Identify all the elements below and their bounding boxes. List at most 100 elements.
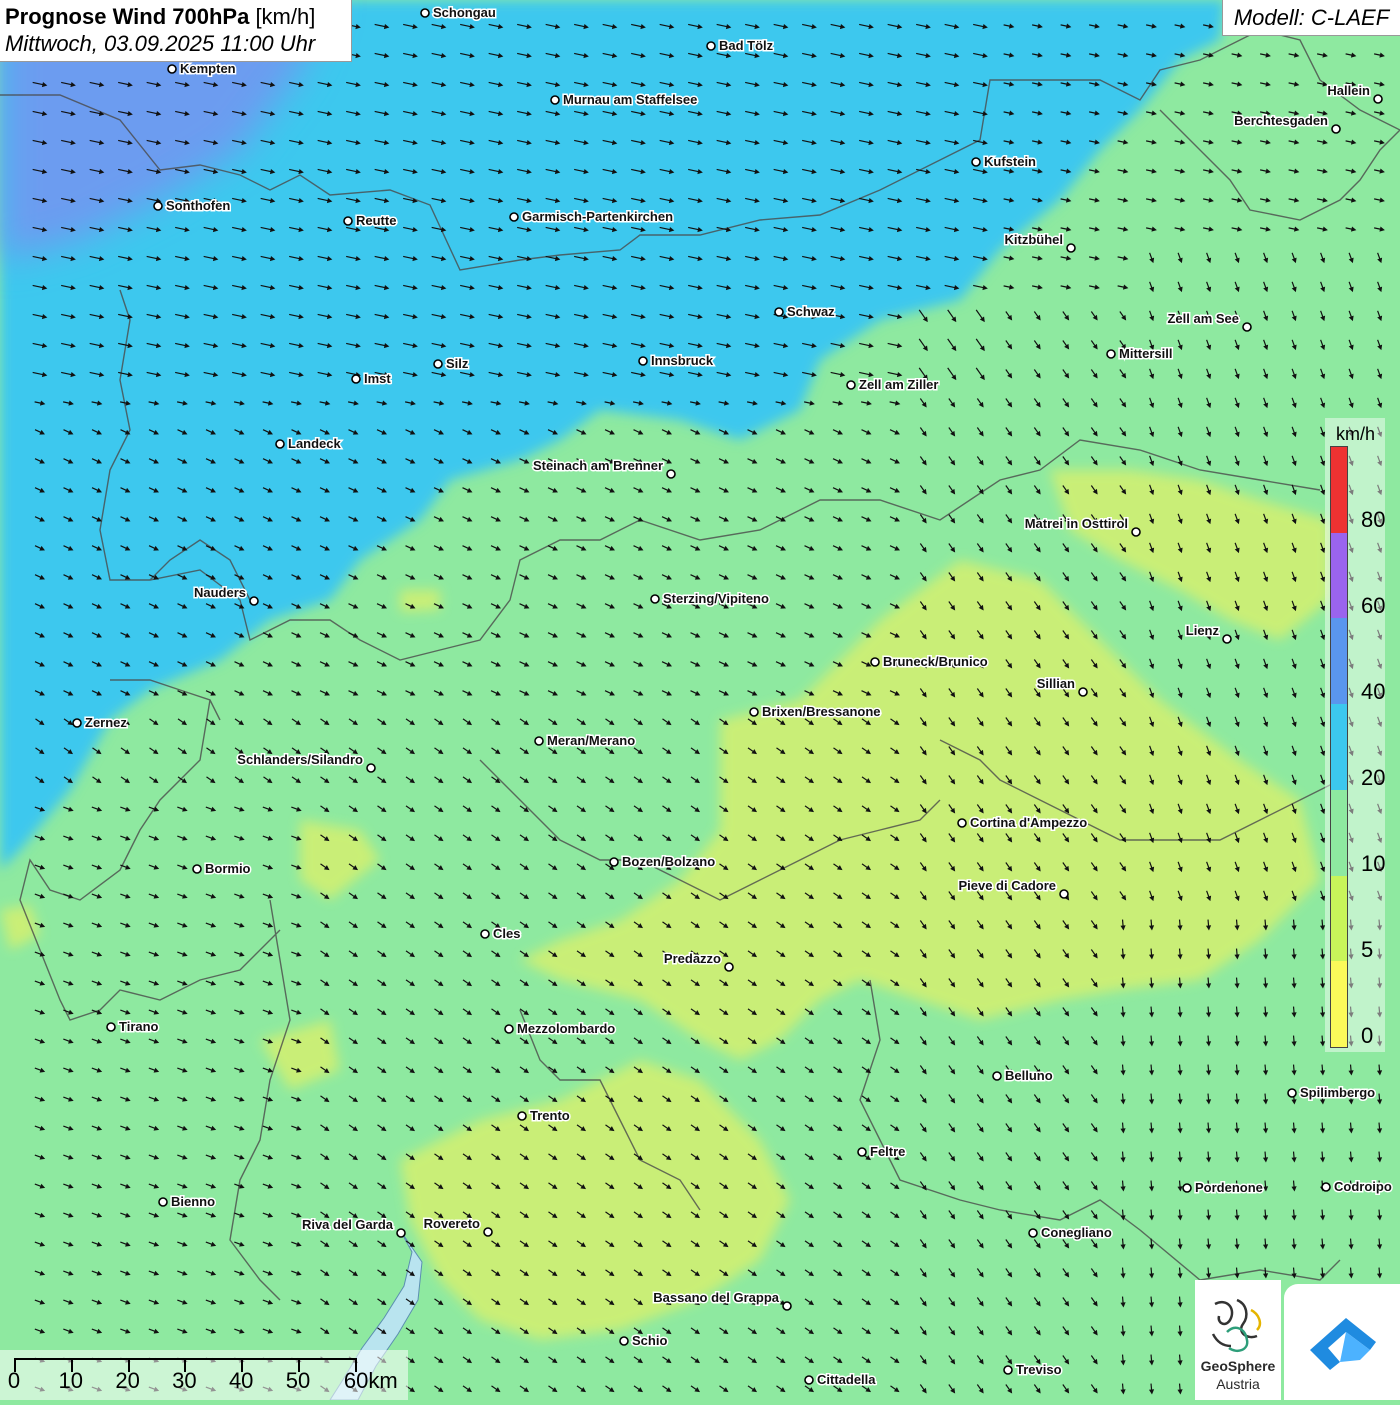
city-label: Schongau (433, 5, 496, 20)
legend-swatch (1331, 446, 1347, 533)
city-dot (804, 1375, 814, 1385)
city-dot (153, 201, 163, 211)
city-marker[interactable]: Bruneck/Brunico (870, 653, 989, 671)
city-dot (1066, 243, 1076, 253)
city-dot (351, 374, 361, 384)
city-dot (724, 962, 734, 972)
city-dot (1003, 1365, 1013, 1375)
city-dot (1242, 322, 1252, 332)
city-label: Bozen/Bolzano (622, 854, 715, 869)
title-main: Prognose Wind 700hPa (5, 4, 250, 29)
legend-swatch (1331, 532, 1347, 619)
city-marker[interactable]: Bozen/Bolzano (609, 853, 717, 871)
city-label: Conegliano (1041, 1225, 1112, 1240)
city-label: Zell am Ziller (859, 377, 938, 392)
city-marker[interactable]: Brixen/Bressanone (749, 703, 882, 721)
city-label: Mittersill (1119, 346, 1172, 361)
city-label: Treviso (1016, 1362, 1062, 1377)
city-label: Kitzbühel (1005, 232, 1064, 247)
legend-swatch (1331, 961, 1347, 1047)
city-label: Riva del Garda (302, 1217, 394, 1232)
legend-swatch (1331, 704, 1347, 790)
city-marker[interactable]: Pordenone (1182, 1179, 1264, 1197)
city-dot (650, 594, 660, 604)
city-dot (992, 1071, 1002, 1081)
city-dot (749, 707, 759, 717)
city-marker[interactable]: Garmisch-Partenkirchen (509, 208, 675, 226)
city-dot (1222, 634, 1232, 644)
city-dot (957, 818, 967, 828)
scale-label: 10 (58, 1368, 84, 1393)
city-label: Mezzolombardo (517, 1021, 615, 1036)
city-marker[interactable]: Mezzolombardo (504, 1020, 617, 1038)
city-label: Meran/Merano (547, 733, 635, 748)
city-dot (106, 1022, 116, 1032)
legend-label: 20 (1361, 765, 1386, 790)
geosphere-logo[interactable]: GeoSphere Austria (1195, 1280, 1281, 1400)
city-label: Bad Tölz (719, 38, 774, 53)
city-label: Belluno (1005, 1068, 1053, 1083)
city-marker[interactable]: Sterzing/Vipiteno (650, 590, 770, 608)
city-marker[interactable]: Murnau am Staffelsee (550, 91, 699, 109)
city-label: Trento (530, 1108, 570, 1123)
city-dot (72, 718, 82, 728)
city-dot (517, 1111, 527, 1121)
city-dot (343, 216, 353, 226)
city-marker[interactable]: Cortina d'Ampezzo (957, 814, 1089, 832)
legend-swatch (1331, 789, 1347, 876)
city-marker[interactable]: Schongau (420, 4, 497, 22)
city-marker[interactable]: Innsbruck (638, 352, 715, 370)
city-dot (249, 596, 259, 606)
city-dot (706, 41, 716, 51)
city-dot (483, 1227, 493, 1237)
city-marker[interactable]: Zell am Ziller (846, 376, 940, 394)
app-logo[interactable] (1284, 1284, 1400, 1400)
city-marker[interactable]: Meran/Merano (534, 732, 637, 750)
city-label: Pordenone (1195, 1180, 1263, 1195)
legend-swatch (1331, 875, 1347, 962)
city-label: Schio (632, 1333, 667, 1348)
city-dot (509, 212, 519, 222)
city-label: Bruneck/Brunico (883, 654, 988, 669)
city-label: Zernez (85, 715, 127, 730)
city-dot (366, 763, 376, 773)
wind-forecast-map[interactable]: Schongau Bad Tölz Kempten Murnau am Staffel… (0, 0, 1400, 1400)
city-dot (396, 1228, 406, 1238)
scale-label: 40 (228, 1368, 254, 1393)
city-marker[interactable]: Sonthofen (153, 197, 232, 215)
city-dot (1059, 889, 1069, 899)
city-dot (534, 736, 544, 746)
legend-label: 5 (1361, 937, 1374, 962)
city-label: Predazzo (664, 951, 721, 966)
city-marker[interactable]: Conegliano (1028, 1224, 1113, 1242)
scale-label: 30 (172, 1368, 197, 1393)
city-label: Murnau am Staffelsee (563, 92, 697, 107)
city-label: Schwaz (787, 304, 835, 319)
city-dot (480, 929, 490, 939)
city-dot (1331, 124, 1341, 134)
legend-label: 80 (1361, 507, 1386, 532)
city-dot (857, 1147, 867, 1157)
scale-label: 60km (343, 1368, 398, 1393)
city-label: Cittadella (817, 1372, 876, 1387)
map-title: Prognose Wind 700hPa [km/h] (5, 4, 346, 30)
city-dot (1131, 527, 1141, 537)
city-label: Silz (446, 356, 469, 371)
city-label: Landeck (288, 436, 342, 451)
city-label: Cles (493, 926, 520, 941)
city-label: Reutte (356, 213, 396, 228)
city-dot (638, 356, 648, 366)
city-marker[interactable]: Spilimbergo (1287, 1084, 1377, 1102)
legend-label: 10 (1361, 851, 1386, 876)
city-label: Zell am See (1167, 311, 1239, 326)
city-dot (1321, 1182, 1331, 1192)
city-dot (1106, 349, 1116, 359)
city-label: Spilimbergo (1300, 1085, 1375, 1100)
city-label: Nauders (194, 585, 246, 600)
city-label: Innsbruck (651, 353, 714, 368)
city-label: Tirano (119, 1019, 159, 1034)
city-dot (167, 64, 177, 74)
city-label: Lienz (1186, 623, 1220, 638)
city-label: Kempten (180, 61, 236, 76)
legend-label: 0 (1361, 1023, 1374, 1048)
